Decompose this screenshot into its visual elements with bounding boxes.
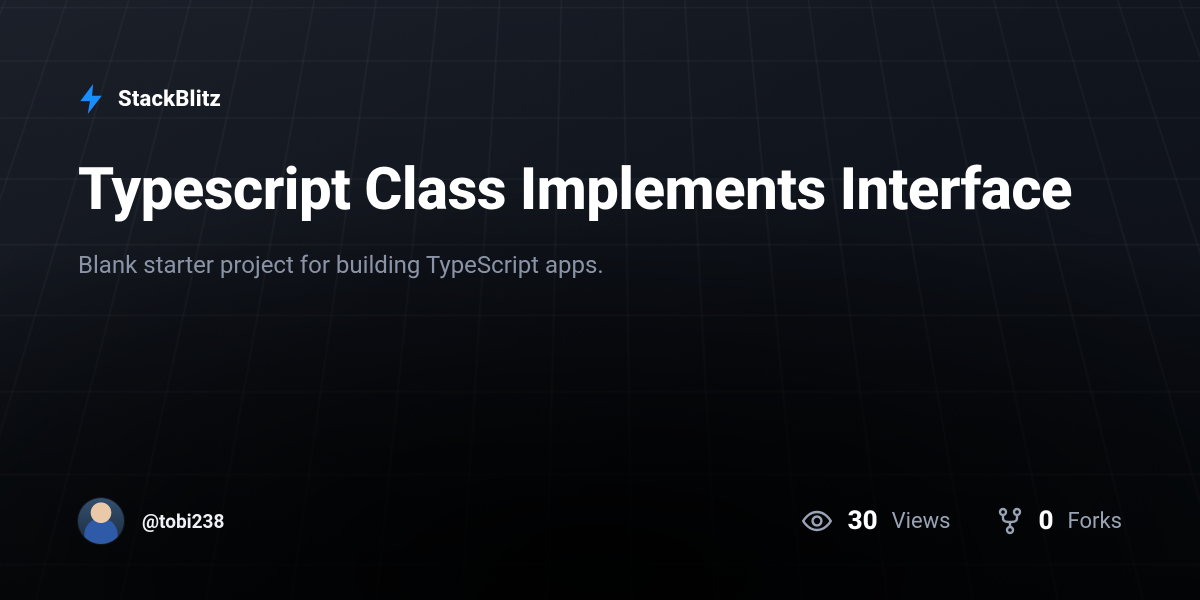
views-label: Views [892,509,951,534]
fork-icon [997,507,1023,535]
forks-count: 0 [1039,506,1054,536]
author-handle[interactable]: @tobi238 [142,510,224,533]
brand-row: StackBlitz [78,84,1122,114]
eye-icon [802,510,832,532]
stats-group: 30 Views 0 Forks [802,506,1122,536]
avatar[interactable] [78,498,124,544]
forks-stat: 0 Forks [997,506,1122,536]
views-stat: 30 Views [802,506,951,536]
bolt-icon [78,84,104,114]
project-description: Blank starter project for building TypeS… [78,251,1122,279]
views-count: 30 [848,506,878,536]
project-title: Typescript Class Implements Interface [78,158,1078,223]
footer-row: @tobi238 30 Views [78,498,1122,544]
brand-name: StackBlitz [118,87,221,112]
card-content: StackBlitz Typescript Class Implements I… [0,0,1200,600]
forks-label: Forks [1068,509,1122,534]
